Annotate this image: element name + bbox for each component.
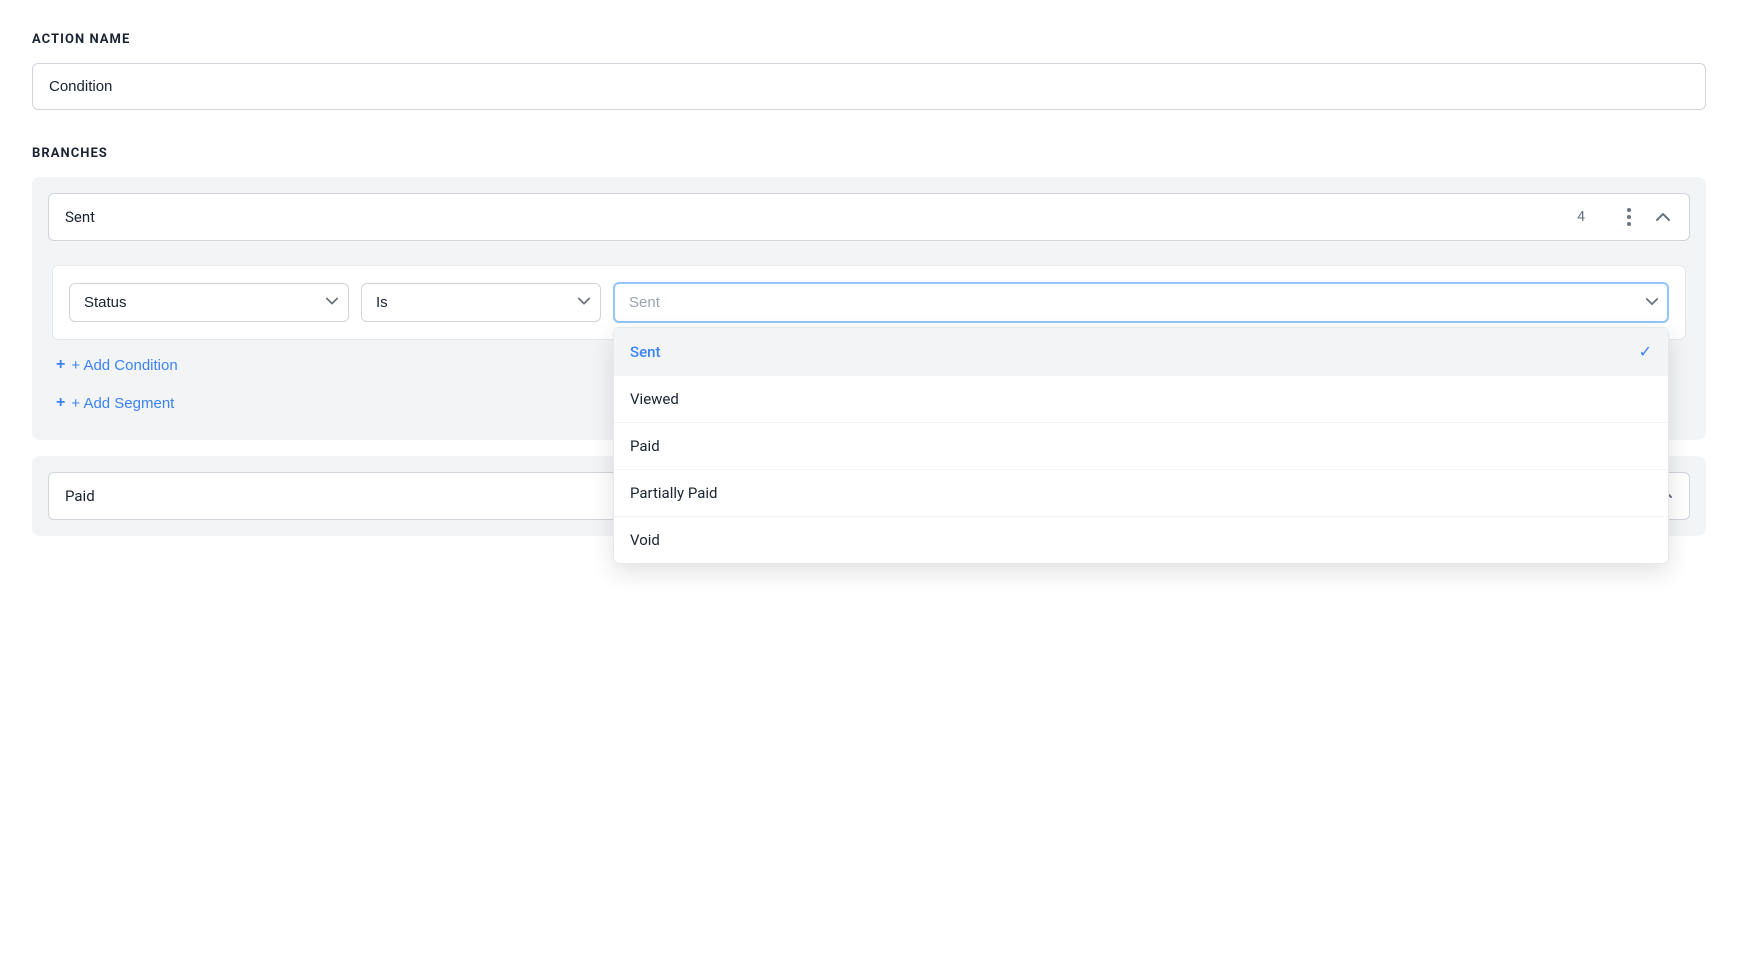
branches-section: BRANCHES Sent 4 bbox=[32, 146, 1706, 536]
sent-branch-collapse-button[interactable] bbox=[1653, 207, 1673, 227]
page-container: ACTION NAME BRANCHES Sent 4 bbox=[32, 32, 1706, 536]
operator-select-wrapper: Is Is Not Contains Greater Than Less Tha… bbox=[361, 283, 601, 322]
sent-branch-header-actions: 4 bbox=[1577, 205, 1673, 229]
field-select[interactable]: Status Amount Due Date Customer bbox=[69, 283, 349, 322]
dropdown-option-partially-paid[interactable]: Partially Paid bbox=[614, 470, 1668, 517]
operator-select[interactable]: Is Is Not Contains Greater Than Less Tha… bbox=[361, 283, 601, 322]
action-name-label: ACTION NAME bbox=[32, 32, 1706, 47]
dropdown-option-sent[interactable]: Sent ✓ bbox=[614, 328, 1668, 376]
condition-row: Status Amount Due Date Customer bbox=[52, 265, 1686, 340]
add-segment-plus-icon: + bbox=[56, 394, 65, 412]
add-segment-label: + Add Segment bbox=[71, 395, 174, 412]
sent-branch-count: 4 bbox=[1577, 209, 1585, 225]
add-condition-plus-icon: + bbox=[56, 356, 65, 374]
sent-check-icon: ✓ bbox=[1639, 342, 1652, 361]
dropdown-option-paid[interactable]: Paid bbox=[614, 423, 1668, 470]
sent-branch-header: Sent 4 bbox=[48, 193, 1690, 241]
dropdown-option-paid-label: Paid bbox=[630, 437, 660, 455]
sent-branch-title: Sent bbox=[65, 208, 1673, 226]
condition-section: Status Amount Due Date Customer bbox=[48, 257, 1690, 424]
dropdown-option-sent-label: Sent bbox=[630, 343, 660, 361]
branches-label: BRANCHES bbox=[32, 146, 1706, 161]
value-select-wrapper: Sent Viewed Paid Partially Paid Void bbox=[613, 282, 1669, 323]
action-name-section: ACTION NAME bbox=[32, 32, 1706, 138]
dropdown-option-void[interactable]: Void bbox=[614, 517, 1668, 563]
sent-branch-more-menu[interactable] bbox=[1617, 205, 1641, 229]
add-condition-label: + Add Condition bbox=[71, 357, 177, 374]
sent-branch-card: Sent 4 bbox=[32, 177, 1706, 440]
value-dropdown: Sent ✓ Viewed Paid Partially Paid bbox=[613, 327, 1669, 564]
dropdown-option-partially-paid-label: Partially Paid bbox=[630, 484, 717, 502]
dropdown-option-viewed[interactable]: Viewed bbox=[614, 376, 1668, 423]
value-select[interactable]: Sent Viewed Paid Partially Paid Void bbox=[613, 282, 1669, 323]
field-select-wrapper: Status Amount Due Date Customer bbox=[69, 283, 349, 322]
dropdown-option-void-label: Void bbox=[630, 531, 660, 549]
dropdown-option-viewed-label: Viewed bbox=[630, 390, 679, 408]
action-name-input[interactable] bbox=[32, 63, 1706, 110]
